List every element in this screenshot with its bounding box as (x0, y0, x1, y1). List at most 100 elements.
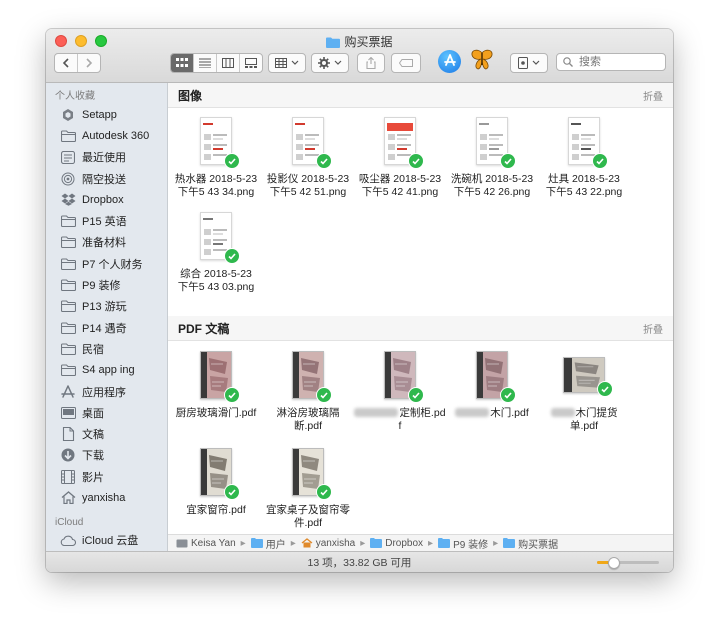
file-name-line1: 洗碗机 2018-5-23 (450, 173, 534, 185)
collapse-images-button[interactable]: 折叠 (643, 88, 673, 103)
path-crumb[interactable]: Dropbox (370, 538, 423, 549)
document-eye-icon (518, 57, 528, 69)
file-item-pdf[interactable]: 宜家桌子及窗帘零 件.pdf (262, 448, 354, 530)
sidebar-item-label: 桌面 (82, 407, 104, 420)
file-name: 宜家桌子及窗帘零 件.pdf (262, 504, 354, 530)
redacted-text (550, 408, 575, 417)
action-menu-button[interactable] (311, 53, 349, 73)
search-input[interactable] (577, 55, 661, 69)
file-item-png[interactable]: 吸尘器 2018-5-23 下午5 42 41.png (354, 117, 446, 199)
file-thumbnail (200, 351, 240, 403)
folder-icon (60, 278, 76, 292)
sync-check-icon (316, 387, 332, 403)
gallery-view-button[interactable] (240, 54, 262, 72)
file-name-line2: 下午5 42 26.png (453, 186, 531, 198)
slider-knob[interactable] (607, 557, 620, 569)
sidebar-section-favorites: 个人收藏 (55, 91, 95, 102)
file-name-line1: 宜家桌子及窗帘零 (266, 504, 350, 516)
folder-icon (60, 299, 76, 313)
sidebar-item-label: 下载 (82, 450, 104, 463)
recents-icon (60, 150, 76, 164)
sidebar-item-最近使用[interactable]: 最近使用 (46, 147, 167, 168)
path-crumb[interactable]: Keisa Yan (176, 538, 236, 549)
sidebar-item-文稿[interactable]: 文稿 (46, 423, 167, 444)
file-item-pdf[interactable]: 木门.pdf (446, 351, 538, 420)
file-name: 洗碗机 2018-5-23 下午5 42 26.png (446, 173, 538, 199)
dropbox-icon (60, 193, 76, 207)
path-crumb[interactable]: yanxisha (301, 538, 355, 549)
file-name: 木门提货 单.pdf (538, 407, 630, 433)
folder-icon (60, 363, 76, 377)
sidebar-item-p14-遇奇[interactable]: P14 遇奇 (46, 317, 167, 338)
group-grid-icon (275, 58, 287, 68)
file-thumbnail (292, 448, 332, 500)
sidebar-item-p13-游玩[interactable]: P13 游玩 (46, 296, 167, 317)
file-name-line1-wrap: 木门.pdf (446, 407, 538, 420)
path-crumb[interactable]: 用户 (250, 536, 286, 551)
file-item-pdf[interactable]: 宜家窗帘.pdf (170, 448, 262, 517)
path-crumb-label: P9 装修 (453, 539, 489, 551)
tags-button[interactable] (391, 53, 421, 73)
sidebar-item-label: P14 遇奇 (82, 322, 127, 335)
file-item-pdf[interactable]: 淋浴房玻璃隔 断.pdf (262, 351, 354, 433)
file-name-line1: 厨房玻璃滑门.pdf (175, 407, 257, 419)
path-separator-icon: ▸ (360, 537, 366, 549)
file-name: 综合 2018-5-23 下午5 43 03.png (170, 268, 262, 294)
group-by-button[interactable] (268, 53, 306, 73)
forward-button[interactable] (78, 54, 100, 72)
sidebar-item-icloud-云盘[interactable]: iCloud 云盘 (46, 530, 167, 551)
quick-action-button[interactable] (510, 53, 548, 73)
file-name-line1: 综合 2018-5-23 (180, 268, 252, 280)
file-item-png[interactable]: 洗碗机 2018-5-23 下午5 42 26.png (446, 117, 538, 199)
path-crumb-label: 购买票据 (518, 539, 559, 551)
sidebar-item-下载[interactable]: 下载 (46, 445, 167, 466)
sidebar-item-autodesk-360[interactable]: Autodesk 360 (46, 125, 167, 146)
file-thumbnail (292, 117, 332, 169)
file-item-png[interactable]: 灶具 2018-5-23 下午5 43 22.png (538, 117, 630, 199)
sidebar-item-setapp[interactable]: Setapp (46, 104, 167, 125)
folder-icon (60, 257, 76, 271)
file-item-pdf[interactable]: 木门提货 单.pdf (538, 351, 630, 433)
sidebar-item-民宿[interactable]: 民宿 (46, 338, 167, 359)
file-item-png[interactable]: 投影仪 2018-5-23 下午5 42 51.png (262, 117, 354, 199)
sidebar-item-label: P13 游玩 (82, 301, 127, 314)
sidebar-item-s4-app-ing[interactable]: S4 app ing (46, 360, 167, 381)
collapse-pdfs-button[interactable]: 折叠 (643, 321, 673, 336)
file-item-png[interactable]: 热水器 2018-5-23 下午5 43 34.png (170, 117, 262, 199)
share-button[interactable] (357, 53, 385, 73)
sidebar-item-应用程序[interactable]: 应用程序 (46, 381, 167, 402)
search-icon (563, 57, 573, 67)
list-view-button[interactable] (194, 54, 217, 72)
redacted-text (455, 408, 490, 417)
sidebar-item-dropbox[interactable]: Dropbox (46, 189, 167, 210)
icon-view-button[interactable] (171, 54, 194, 72)
sidebar-item-yanxisha[interactable]: yanxisha (46, 487, 167, 508)
file-item-pdf[interactable]: 厨房玻璃滑门.pdf (170, 351, 262, 420)
file-name: 投影仪 2018-5-23 下午5 42 51.png (262, 173, 354, 199)
file-name-line1: 灶具 2018-5-23 (548, 173, 620, 185)
file-item-png[interactable]: 综合 2018-5-23 下午5 43 03.png (170, 212, 262, 294)
sidebar-item-label: P7 个人财务 (82, 258, 143, 271)
file-name-line2: 断.pdf (293, 420, 322, 432)
app-store-icon[interactable] (438, 49, 461, 73)
file-thumbnail (384, 351, 424, 403)
section-header-pdfs: PDF 文稿 折叠 (168, 316, 673, 341)
file-name-line2: 下午5 42 41.png (361, 186, 439, 198)
sidebar-item-隔空投送[interactable]: 隔空投送 (46, 168, 167, 189)
butterfly-app-icon[interactable] (469, 47, 495, 73)
sidebar-item-p15-英语[interactable]: P15 英语 (46, 210, 167, 231)
back-button[interactable] (55, 54, 78, 72)
sidebar-item-桌面[interactable]: 桌面 (46, 402, 167, 423)
file-item-pdf[interactable]: 定制柜.pdf (354, 351, 446, 433)
sidebar-item-准备材料[interactable]: 准备材料 (46, 232, 167, 253)
column-view-button[interactable] (217, 54, 240, 72)
file-thumbnail (200, 212, 240, 264)
sidebar-item-p7-个人财务[interactable]: P7 个人财务 (46, 253, 167, 274)
path-crumb[interactable]: P9 装修 (438, 536, 488, 551)
sidebar-item-影片[interactable]: 影片 (46, 466, 167, 487)
path-crumb[interactable]: 购买票据 (503, 536, 558, 551)
sidebar-item-p9-装修[interactable]: P9 装修 (46, 274, 167, 295)
sidebar-item-label: 准备材料 (82, 237, 126, 250)
search-field[interactable] (556, 53, 666, 71)
icon-size-slider[interactable] (597, 557, 659, 569)
